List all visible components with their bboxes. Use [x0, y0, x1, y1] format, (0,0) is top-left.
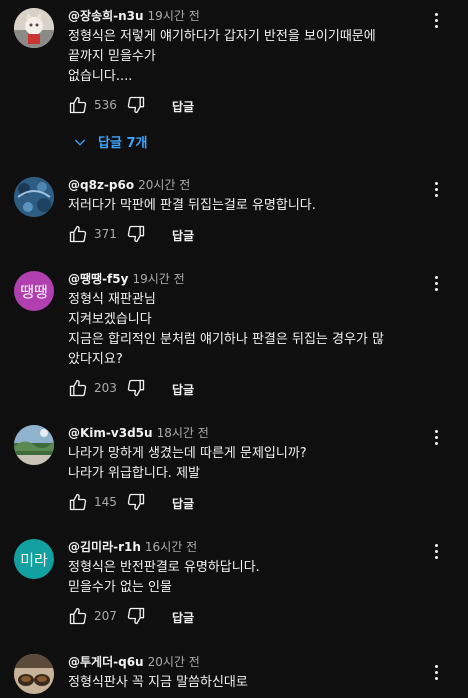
avatar[interactable]	[14, 177, 54, 217]
comment-text: 나라가 망하게 생겼는데 따른게 문제입니까? 나라가 위급합니다. 제발	[68, 444, 428, 484]
more-actions-icon[interactable]	[428, 179, 444, 199]
thumbs-up-icon	[69, 493, 87, 511]
comment-line: 정형식 재판관님	[68, 292, 156, 307]
reply-button[interactable]: 답글	[172, 378, 194, 402]
avatar[interactable]: 땡땡	[14, 271, 54, 311]
comment-author[interactable]: @장송희-n3u	[68, 9, 144, 23]
thumbs-up-icon	[69, 225, 87, 243]
comment-line: 았다지요?	[68, 352, 123, 367]
comment-author[interactable]: @땡땡-f5y	[68, 272, 128, 286]
comment-time[interactable]: 18시간 전	[157, 426, 209, 440]
avatar[interactable]	[14, 654, 54, 694]
comment-author[interactable]: @투게더-q6u	[68, 655, 144, 669]
like-button[interactable]: 207	[68, 606, 117, 626]
comment-line: 지금은 합리적인 분처럼 얘기하나 판결은 뒤집는 경우가 많	[68, 332, 384, 347]
more-actions-icon[interactable]	[428, 427, 444, 447]
comment-line: 나라가 위급합니다. 제발	[68, 466, 200, 481]
like-button[interactable]: 371	[68, 224, 117, 244]
dislike-button[interactable]	[126, 224, 146, 244]
thumbs-down-icon	[127, 379, 145, 397]
comment-line: 정형식은 저렇게 얘기하다가 갑자기 반전을 보이기때문에	[68, 29, 376, 44]
avatar[interactable]: 미라	[14, 539, 54, 579]
thumbs-down-icon	[127, 493, 145, 511]
avatar[interactable]	[14, 8, 54, 48]
comment-line: 저러다가 막판에 판결 뒤집는걸로 유명합니다.	[68, 198, 316, 213]
like-count: 207	[94, 609, 117, 623]
more-actions-icon[interactable]	[428, 10, 444, 30]
dislike-button[interactable]	[126, 606, 146, 626]
thumbs-down-icon	[127, 96, 145, 114]
comment-text: 정형식판사 꼭 지금 말씀하신대로	[68, 673, 428, 693]
comment-author[interactable]: @Kim-v3d5u	[68, 426, 153, 440]
avatar-initials: 땡땡	[20, 282, 48, 301]
comment-time[interactable]: 20시간 전	[138, 178, 190, 192]
scroll-edge	[464, 0, 468, 698]
comment-text: 정형식은 반전판결로 유명하답니다. 믿을수가 없는 인물	[68, 558, 428, 598]
reply-button[interactable]: 답글	[172, 224, 194, 248]
comment-line: 나라가 망하게 생겼는데 따른게 문제입니까?	[68, 446, 307, 461]
reply-button[interactable]: 답글	[172, 606, 194, 630]
like-count: 371	[94, 227, 117, 241]
comment-text: 정형식은 저렇게 얘기하다가 갑자기 반전을 보이기때문에 끝까지 믿을수가 없…	[68, 27, 428, 87]
avatar-initials: 미라	[20, 550, 48, 569]
thumbs-up-icon	[69, 379, 87, 397]
view-replies-label: 답글 7개	[98, 136, 148, 151]
more-actions-icon[interactable]	[428, 541, 444, 561]
comment-time[interactable]: 20시간 전	[148, 655, 200, 669]
comment-line: 지켜보겠습니다	[68, 312, 152, 327]
like-count: 536	[94, 98, 117, 112]
comment-line: 믿을수가 없는 인물	[68, 580, 172, 595]
comment-text: 정형식 재판관님 지켜보겠습니다 지금은 합리적인 분처럼 얘기하나 판결은 뒤…	[68, 290, 428, 370]
reply-button[interactable]: 답글	[172, 95, 194, 119]
thumbs-down-icon	[127, 607, 145, 625]
dislike-button[interactable]	[126, 378, 146, 398]
comment-text: 저러다가 막판에 판결 뒤집는걸로 유명합니다.	[68, 196, 428, 216]
comment-author[interactable]: @김미라-r1h	[68, 540, 141, 554]
view-replies-button[interactable]: 답글 7개	[72, 132, 147, 151]
like-button[interactable]: 145	[68, 492, 117, 512]
avatar[interactable]	[14, 425, 54, 465]
comment-time[interactable]: 19시간 전	[132, 272, 184, 286]
reply-button[interactable]: 답글	[172, 492, 194, 516]
comment-line: 없습니다....	[68, 69, 133, 84]
comment-line: 정형식판사 꼭 지금 말씀하신대로	[68, 675, 248, 690]
like-button[interactable]: 536	[68, 95, 117, 115]
comment-time[interactable]: 16시간 전	[145, 540, 197, 554]
thumbs-up-icon	[69, 96, 87, 114]
comment-line: 끝까지 믿을수가	[68, 49, 156, 64]
thumbs-down-icon	[127, 225, 145, 243]
more-actions-icon[interactable]	[428, 273, 444, 293]
dislike-button[interactable]	[126, 95, 146, 115]
comment-author[interactable]: @q8z-p6o	[68, 178, 134, 192]
chevron-down-icon	[74, 139, 86, 146]
comment-line: 정형식은 반전판결로 유명하답니다.	[68, 560, 260, 575]
comment-time[interactable]: 19시간 전	[148, 9, 200, 23]
like-button[interactable]: 203	[68, 378, 117, 398]
thumbs-up-icon	[69, 607, 87, 625]
dislike-button[interactable]	[126, 492, 146, 512]
like-count: 203	[94, 381, 117, 395]
like-count: 145	[94, 495, 117, 509]
more-actions-icon[interactable]	[428, 662, 444, 682]
